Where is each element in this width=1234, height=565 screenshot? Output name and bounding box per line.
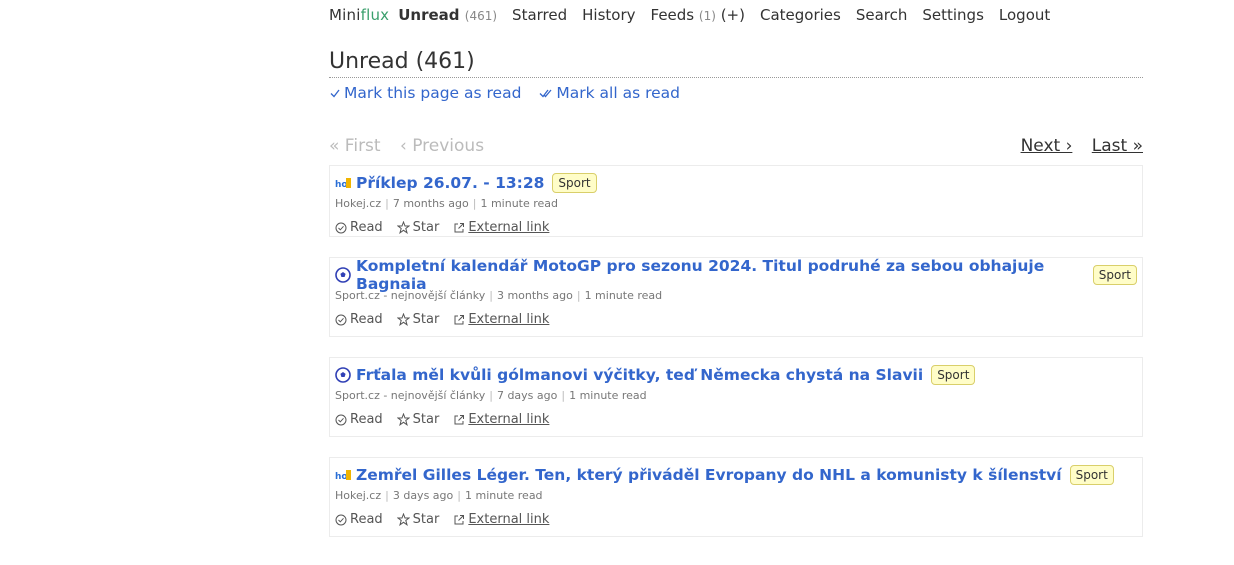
page-actions: Mark this page as read Mark all as read (329, 84, 1143, 102)
entry-age: 7 days ago (496, 389, 558, 402)
entry-reading-time: 1 minute read (584, 289, 663, 302)
pagination-last[interactable]: Last » (1092, 136, 1143, 156)
feeds-count: (1) (698, 9, 716, 23)
entry-reading-time: 1 minute read (480, 197, 559, 210)
add-feed-link[interactable]: (+) (721, 6, 745, 24)
entry-feed-name[interactable]: Sport.cz - nejnovější články (335, 289, 485, 302)
main-container: Miniflux Unread (461) Starred History Fe… (329, 0, 1143, 557)
star-icon (396, 221, 410, 234)
star-button[interactable]: Star (396, 512, 439, 527)
entry-item: hok Příklep 26.07. - 13:28 Sport Hokej.c… (329, 165, 1143, 237)
entry-reading-time: 1 minute read (569, 389, 647, 402)
external-link-icon (454, 314, 465, 324)
mark-page-read-button[interactable]: Mark this page as read (329, 84, 521, 102)
entry-meta: Sport.cz - nejnovější články | 7 days ago |… (335, 389, 647, 402)
external-link-button[interactable]: External link (453, 412, 549, 427)
entry-actions: Read Star External link (335, 412, 1137, 427)
category-badge[interactable]: Sport (552, 173, 597, 193)
entry-feed-name[interactable]: Hokej.cz (335, 197, 381, 210)
entry-actions: Read Star External link (335, 220, 1137, 235)
pagination-next[interactable]: Next › (1021, 136, 1073, 156)
mark-read-button[interactable]: Read (335, 312, 383, 327)
app-logo[interactable]: Miniflux (329, 6, 389, 24)
entry-actions: Read Star External link (335, 312, 1137, 327)
nav-starred[interactable]: Starred (512, 6, 567, 24)
external-link-icon (454, 222, 465, 232)
mark-read-button[interactable]: Read (335, 512, 383, 527)
main-nav: Unread (461) Starred History Feeds (1) (… (398, 6, 1065, 24)
nav-search[interactable]: Search (856, 6, 908, 24)
entry-feed-name[interactable]: Hokej.cz (335, 489, 381, 502)
circle-check-icon (335, 222, 347, 233)
entry-feed-name[interactable]: Sport.cz - nejnovější články (335, 389, 485, 402)
circle-check-icon (335, 414, 347, 425)
nav-history[interactable]: History (582, 6, 635, 24)
mark-read-button[interactable]: Read (335, 220, 383, 235)
star-button[interactable]: Star (396, 412, 439, 427)
soccer-ball-icon (335, 267, 351, 283)
check-icon (330, 89, 340, 98)
category-badge[interactable]: Sport (931, 365, 976, 385)
hokej-icon: hok (335, 467, 351, 483)
category-badge[interactable]: Sport (1069, 465, 1114, 485)
external-link-button[interactable]: External link (453, 220, 549, 235)
entry-meta: Hokej.cz | 3 days ago | 1 minute read (335, 489, 543, 502)
entry-age: 7 months ago (392, 197, 469, 210)
entry-title-link[interactable]: Kompletní kalendář MotoGP pro sezonu 202… (356, 257, 1085, 293)
soccer-ball-icon (335, 367, 351, 383)
nav-unread[interactable]: Unread (461) (398, 6, 497, 24)
pagination-previous: ‹ Previous (400, 136, 485, 156)
external-link-button[interactable]: External link (453, 512, 549, 527)
star-button[interactable]: Star (396, 312, 439, 327)
star-icon (396, 513, 410, 526)
entry-item: Frťala měl kvůli gólmanovi výčitky, teď … (329, 357, 1143, 437)
mark-read-button[interactable]: Read (335, 412, 383, 427)
entry-title-link[interactable]: Příklep 26.07. - 13:28 (356, 174, 544, 192)
nav-categories[interactable]: Categories (760, 6, 841, 24)
hokej-icon: hok (335, 175, 351, 191)
page-title: Unread (461) (329, 46, 1143, 78)
entry-item: hok Zemřel Gilles Léger. Ten, který přiv… (329, 457, 1143, 537)
entry-age: 3 days ago (392, 489, 454, 502)
category-badge[interactable]: Sport (1092, 265, 1137, 285)
external-link-icon (454, 414, 465, 424)
entry-item: Kompletní kalendář MotoGP pro sezonu 202… (329, 257, 1143, 337)
double-check-icon (539, 89, 552, 98)
mark-all-read-button[interactable]: Mark all as read (539, 84, 680, 102)
circle-check-icon (335, 514, 347, 525)
entry-meta: Hokej.cz | 7 months ago | 1 minute read (335, 197, 559, 210)
entry-age: 3 months ago (496, 289, 573, 302)
star-icon (396, 413, 410, 426)
nav-settings[interactable]: Settings (922, 6, 984, 24)
star-button[interactable]: Star (396, 220, 439, 235)
star-icon (396, 313, 410, 326)
entry-title-link[interactable]: Zemřel Gilles Léger. Ten, který přiváděl… (356, 466, 1062, 484)
nav-feeds[interactable]: Feeds (1) (+) (651, 6, 745, 24)
circle-check-icon (335, 314, 347, 325)
unread-count: (461) (464, 9, 498, 23)
entry-title-link[interactable]: Frťala měl kvůli gólmanovi výčitky, teď … (356, 366, 923, 384)
entry-list: hok Příklep 26.07. - 13:28 Sport Hokej.c… (329, 165, 1143, 537)
entry-reading-time: 1 minute read (464, 489, 543, 502)
pagination-first: « First (329, 136, 381, 156)
external-link-button[interactable]: External link (453, 312, 549, 327)
top-header: Miniflux Unread (461) Starred History Fe… (329, 0, 1143, 30)
nav-logout[interactable]: Logout (999, 6, 1050, 24)
entry-actions: Read Star External link (335, 512, 1137, 527)
external-link-icon (454, 514, 465, 524)
pagination-top: « First ‹ Previous Next › Last » (329, 134, 1143, 158)
